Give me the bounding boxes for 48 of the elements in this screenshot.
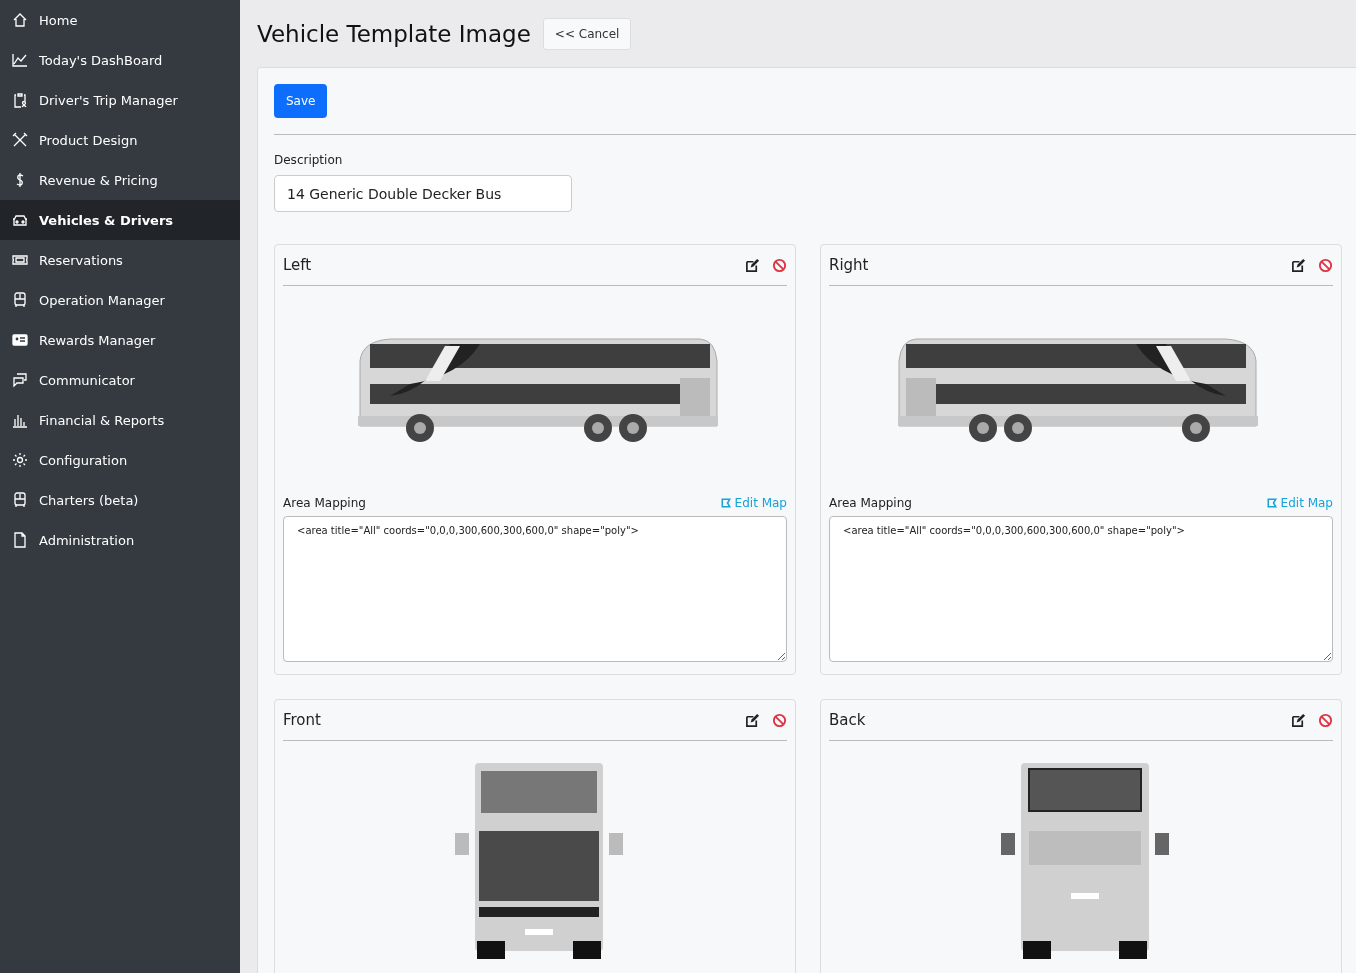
- description-field[interactable]: 14 Generic Double Decker Bus: [274, 175, 572, 212]
- sidebar-item[interactable]: Driver's Trip Manager: [0, 80, 240, 120]
- bars-icon: [12, 412, 28, 428]
- area-mapping-label: Area Mapping: [829, 496, 912, 510]
- sidebar-item[interactable]: Reservations: [0, 240, 240, 280]
- clipboard-icon: [12, 92, 28, 108]
- sidebar-item[interactable]: Configuration: [0, 440, 240, 480]
- prohibited-icon[interactable]: [772, 257, 787, 273]
- sidebar-item[interactable]: Product Design: [0, 120, 240, 160]
- sidebar-item[interactable]: Home: [0, 0, 240, 40]
- sidebar-item[interactable]: Financial & Reports: [0, 400, 240, 440]
- file-icon: [12, 532, 28, 548]
- gear-icon: [12, 452, 28, 468]
- area-mapping-label: Area Mapping: [283, 496, 366, 510]
- home-icon: [12, 12, 28, 28]
- prohibited-icon[interactable]: [1318, 712, 1333, 728]
- save-button[interactable]: Save: [274, 84, 328, 118]
- prohibited-icon[interactable]: [1318, 257, 1333, 273]
- sidebar-item[interactable]: Today's DashBoard: [0, 40, 240, 80]
- sidebar-item[interactable]: Operation Manager: [0, 280, 240, 320]
- bus-icon: [12, 492, 28, 508]
- car-icon: [12, 212, 28, 228]
- sidebar-item[interactable]: Revenue & Pricing: [0, 160, 240, 200]
- prohibited-icon[interactable]: [772, 712, 787, 728]
- card-title: Right: [829, 256, 870, 274]
- sidebar-item[interactable]: Communicator: [0, 360, 240, 400]
- card-title: Front: [283, 711, 322, 729]
- sidebar-item[interactable]: Charters (beta): [0, 480, 240, 520]
- area-mapping-field[interactable]: <area title="All" coords="0,0,0,300,600,300,600,0" shape="poly">: [829, 516, 1333, 662]
- chat-icon: [12, 372, 28, 388]
- card-title: Back: [829, 711, 867, 729]
- edit-icon[interactable]: [1291, 257, 1306, 273]
- description-label: Description: [274, 153, 343, 167]
- cancel-button[interactable]: << Cancel: [542, 17, 632, 50]
- ticket-icon: [12, 252, 28, 268]
- edit-icon[interactable]: [1291, 712, 1306, 728]
- card-title: Left: [283, 256, 313, 274]
- card-icon: [12, 332, 28, 348]
- bus-icon: [12, 292, 28, 308]
- chart-icon: [12, 52, 28, 68]
- edit-icon[interactable]: [745, 712, 760, 728]
- area-mapping-field[interactable]: <area title="All" coords="0,0,0,300,600,300,600,0" shape="poly">: [283, 516, 787, 662]
- sidebar-item[interactable]: Vehicles & Drivers: [0, 200, 240, 240]
- page-title: Vehicle Template Image: [257, 20, 531, 47]
- tools-icon: [12, 132, 28, 148]
- edit-icon[interactable]: [745, 257, 760, 273]
- sidebar-item[interactable]: Rewards Manager: [0, 320, 240, 360]
- sidebar-item[interactable]: Administration: [0, 520, 240, 560]
